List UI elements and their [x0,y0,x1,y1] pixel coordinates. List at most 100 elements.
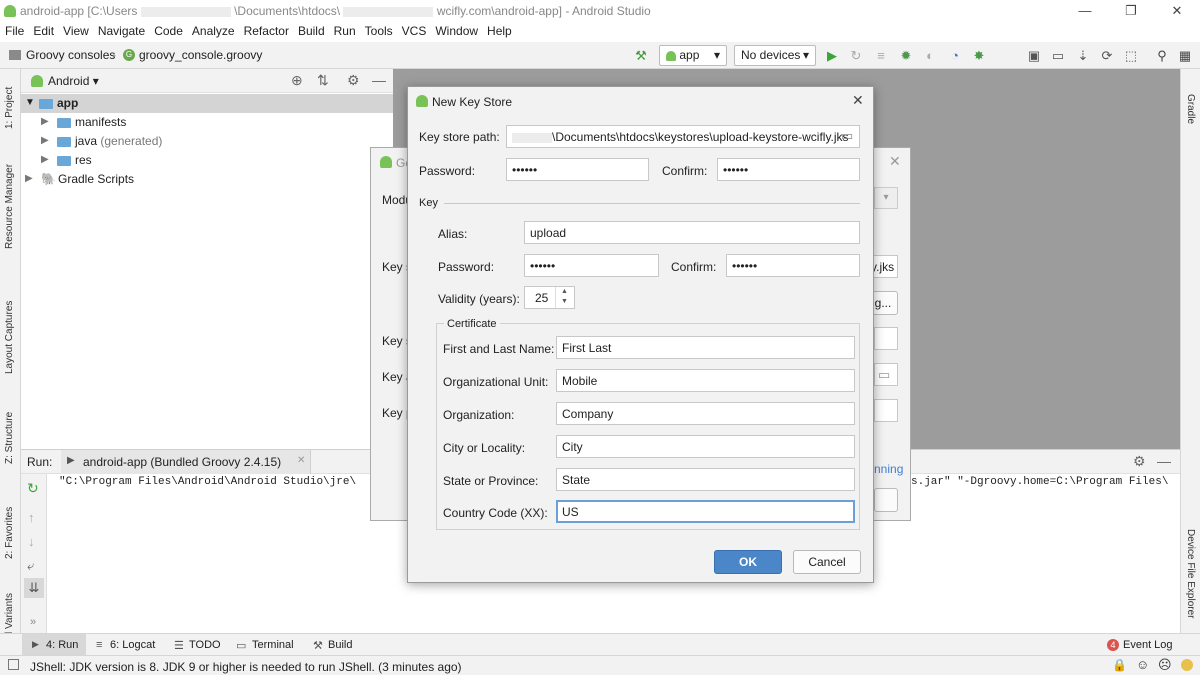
avd-manager-icon[interactable]: ▭ [1049,47,1067,65]
device-select[interactable]: No devices ▾ [734,45,816,66]
tool-tab-resource-manager[interactable]: Resource Manager [4,164,15,249]
alias-field[interactable]: upload [524,221,860,244]
bg-key-password-field[interactable] [874,399,898,422]
run-tab[interactable]: ▶ android-app (Bundled Groovy 2.4.15) ✕ [61,450,311,474]
tool-tab-gradle[interactable]: Gradle [1185,94,1196,124]
feedback-happy-icon[interactable]: ☺ [1136,657,1149,672]
lock-icon[interactable]: 🔒 [1112,658,1127,672]
tree-row-manifests[interactable]: ▶ manifests [21,113,393,132]
country-code-field[interactable]: US [556,500,855,523]
scroll-to-end-icon[interactable]: ⇊ [24,578,44,598]
bg-learn-more-link[interactable]: nning [874,462,903,476]
key-password-field[interactable]: •••••• [524,254,659,277]
expand-arrow-icon[interactable]: ▼ [25,97,35,108]
up-arrow-icon[interactable]: ↑ [28,510,35,525]
breadcrumb-groovy-consoles[interactable]: Groovy consoles [26,48,115,62]
more-icon[interactable]: » [30,616,36,628]
minimize-button[interactable]: — [1062,0,1108,22]
first-last-name-field[interactable]: First Last [556,336,855,359]
tree-row-gradle-scripts[interactable]: ▶ 🐘 Gradle Scripts [21,170,393,189]
build-hammer-icon[interactable]: ⚒ [632,47,650,65]
key-confirm-password-field[interactable]: •••••• [726,254,860,277]
tool-tab-layout-captures[interactable]: Layout Captures [4,301,15,374]
run-icon[interactable]: ▶ [823,47,841,65]
hide-panel-icon[interactable]: — [1157,453,1171,469]
feedback-sad-icon[interactable]: ☹ [1158,657,1172,673]
menu-file[interactable]: File [0,22,28,38]
tool-tab-terminal[interactable]: Terminal [252,639,294,651]
tool-tab-device-file-explorer[interactable]: Device File Explorer [1185,529,1196,618]
settings-icon[interactable]: ▦ [1176,47,1194,65]
tool-tab-project[interactable]: 1: Project [4,87,15,129]
ok-button[interactable]: OK [714,550,782,574]
run-config-select[interactable]: app ▾ [659,45,727,66]
tree-row-res[interactable]: ▶ res [21,151,393,170]
collapse-all-icon[interactable]: ⇅ [317,72,329,89]
tool-tab-run[interactable]: ▶ 4: Run [22,634,86,655]
sync-gradle-icon[interactable]: ⟳ [1098,47,1116,65]
menu-analyze[interactable]: Analyze [187,22,239,38]
tool-tab-build[interactable]: Build [328,639,352,651]
profile-icon[interactable]: ◔ [946,47,964,65]
attach-debugger-icon[interactable]: ✸ [970,47,988,65]
menu-tools[interactable]: Tools [360,22,397,38]
confirm-password-field[interactable]: •••••• [717,158,860,181]
tree-row-java[interactable]: ▶ java (generated) [21,132,393,151]
debug-icon[interactable]: ✹ [897,47,915,65]
org-unit-field[interactable]: Mobile [556,369,855,392]
menu-edit[interactable]: Edit [28,22,58,38]
close-window-button[interactable]: ✕ [1154,0,1200,22]
tool-tab-structure[interactable]: Z: Structure [4,412,15,464]
tool-tab-logcat[interactable]: 6: Logcat [110,639,155,651]
project-structure-icon[interactable]: ▣ [1025,47,1043,65]
hide-panel-icon[interactable]: — [372,72,386,88]
gear-icon[interactable]: ⚙ [1133,453,1146,470]
menu-help[interactable]: Help [482,22,516,38]
menu-build[interactable]: Build [293,22,329,38]
rerun-icon[interactable]: ↻ [27,480,39,497]
menu-window[interactable]: Window [430,22,482,38]
run-coverage-icon[interactable]: ◐ [921,47,939,65]
search-icon[interactable]: ⚲ [1153,47,1171,65]
tool-tab-todo[interactable]: TODO [189,639,221,651]
collapsed-arrow-icon[interactable]: ▶ [41,135,49,146]
city-field[interactable]: City [556,435,855,458]
cancel-button[interactable]: Cancel [793,550,861,574]
gear-icon[interactable]: ⚙ [347,72,360,89]
collapsed-arrow-icon[interactable]: ▶ [41,116,49,127]
bg-dialog-button[interactable] [874,488,898,512]
menu-navigate[interactable]: Navigate [93,22,149,38]
organization-field[interactable]: Company [556,402,855,425]
maximize-button[interactable]: ❐ [1108,0,1154,22]
project-view-select[interactable]: Android ▾ [48,74,99,88]
collapsed-arrow-icon[interactable]: ▶ [41,154,49,165]
state-field[interactable]: State [556,468,855,491]
close-icon[interactable]: ✕ [889,153,901,170]
chevron-down-icon[interactable]: ▾ [874,187,898,209]
menu-code[interactable]: Code [149,22,187,38]
collapsed-arrow-icon[interactable]: ▶ [25,173,33,184]
tree-row-app[interactable]: ▼ app [21,94,393,113]
folder-open-icon[interactable]: ▭ [841,128,853,144]
notification-icon[interactable] [1181,659,1193,671]
apply-code-changes-icon[interactable]: ≡ [872,47,890,65]
down-arrow-icon[interactable]: ↓ [28,534,35,549]
spinner-arrows-icon[interactable]: ▲ ▼ [555,287,573,308]
validity-spinner[interactable]: 25 ▲ ▼ [524,286,575,309]
menu-vcs[interactable]: VCS [397,22,431,38]
menu-run[interactable]: Run [329,22,360,38]
keystore-path-field[interactable]: \Documents\htdocs\keystores\upload-keyst… [506,125,860,148]
layout-inspector-icon[interactable]: ⬚ [1122,47,1140,65]
folder-open-icon[interactable]: ▭ [874,363,898,386]
tool-tab-favorites[interactable]: 2: Favorites [4,507,15,559]
breadcrumb-groovy-console-file[interactable]: groovy_console.groovy [139,48,262,62]
tool-windows-toggle-icon[interactable] [8,659,19,670]
close-icon[interactable]: ✕ [852,92,864,109]
close-tab-icon[interactable]: ✕ [297,455,305,466]
menu-view[interactable]: View [58,22,93,38]
soft-wrap-icon[interactable]: ⤶ [27,558,34,574]
password-field[interactable]: •••••• [506,158,649,181]
locate-icon[interactable]: ⊕ [291,72,303,89]
bg-password-field[interactable] [874,327,898,350]
apply-changes-icon[interactable]: ↻ [847,47,865,65]
